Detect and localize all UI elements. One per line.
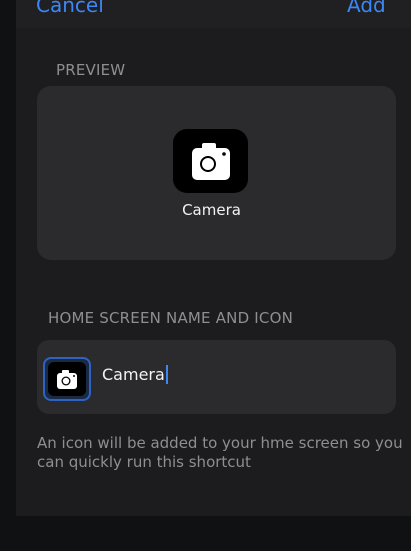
cancel-button[interactable]: Cancel <box>36 0 104 17</box>
footnote-text: An icon will be added to your hme screen… <box>37 434 411 472</box>
preview-card: Camera <box>37 86 396 260</box>
footnote-line-1: An icon will be added to your hme screen… <box>37 434 403 452</box>
preview-app-tile <box>173 129 248 193</box>
icon-picker-button[interactable] <box>43 357 91 401</box>
preview-section-label: PREVIEW <box>56 61 126 79</box>
camera-icon <box>57 370 77 389</box>
add-to-home-screen-sheet: Cancel Add PREVIEW Camera HOME SCREEN NA… <box>16 0 411 516</box>
home-screen-section-label: HOME SCREEN NAME AND ICON <box>48 309 294 327</box>
add-button[interactable]: Add <box>347 0 386 17</box>
home-screen-name-field[interactable]: Camera <box>102 365 168 385</box>
icon-tile <box>48 362 86 396</box>
camera-icon <box>192 143 230 180</box>
text-cursor <box>165 365 168 384</box>
navigation-bar: Cancel Add <box>16 0 411 28</box>
preview-shortcut-name: Camera <box>182 201 241 219</box>
home-screen-name-card: Camera <box>37 340 396 414</box>
name-field-value: Camera <box>102 365 165 384</box>
footnote-line-2: can quickly run this shortcut <box>37 453 251 471</box>
